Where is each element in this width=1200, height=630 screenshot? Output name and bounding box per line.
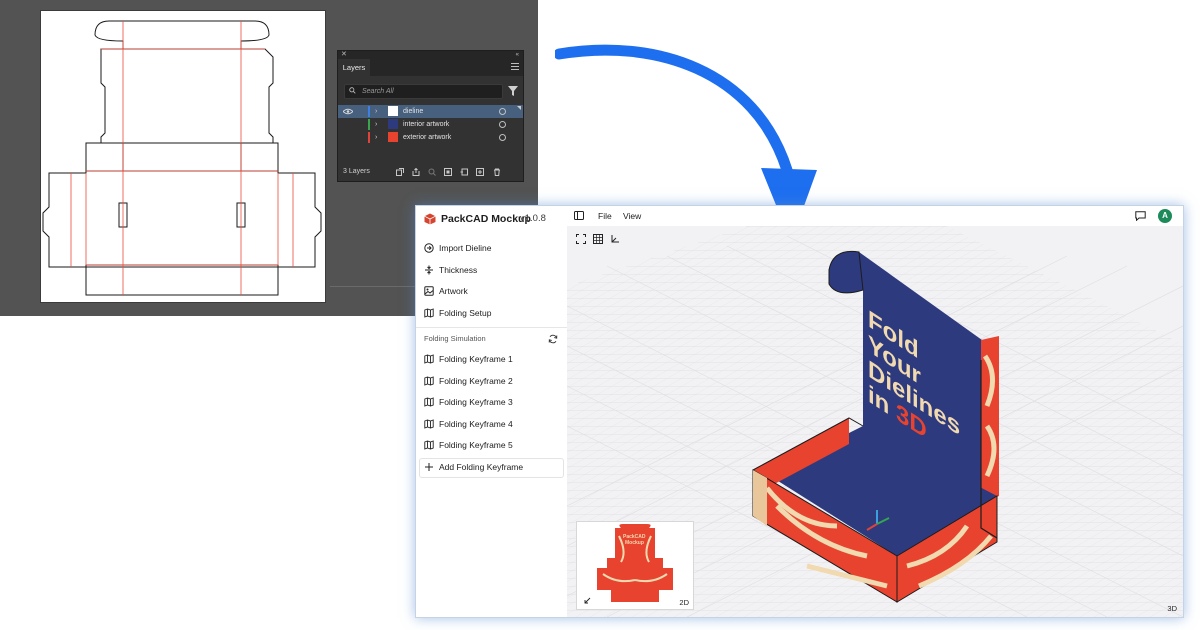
thickness-icon: [425, 265, 433, 275]
search-input[interactable]: Search All: [344, 84, 503, 99]
clipping-mask-icon[interactable]: [444, 168, 452, 176]
sidebar-item-label: Thickness: [439, 265, 478, 275]
sidebar-item-keyframe-2[interactable]: Folding Keyframe 2: [424, 372, 562, 390]
panel-menu-icon[interactable]: [511, 63, 519, 71]
selection-corner-icon: [517, 106, 521, 110]
layer-row-exterior[interactable]: › exterior artwork: [338, 131, 523, 144]
map-icon: [424, 419, 434, 429]
image-icon: [424, 286, 434, 296]
panel-tabs: Layers: [338, 59, 523, 76]
collapse-icon[interactable]: «: [516, 51, 519, 59]
new-layer-icon[interactable]: [476, 168, 484, 176]
target-icon[interactable]: [499, 108, 506, 115]
add-keyframe-row[interactable]: Add Folding Keyframe: [424, 458, 562, 476]
thumbnail-mode-tag: 2D: [679, 598, 689, 607]
eye-icon[interactable]: [343, 108, 353, 115]
thumb-text: Mockup: [625, 540, 644, 546]
menu-view[interactable]: View: [623, 206, 641, 226]
artboard: [41, 11, 325, 302]
layer-name: interior artwork: [403, 121, 450, 128]
locate-object-icon[interactable]: [428, 168, 436, 176]
sidebar-toggle-icon[interactable]: [574, 211, 584, 220]
sidebar-divider: [416, 327, 567, 328]
sidebar-item-label: Artwork: [439, 286, 468, 296]
comment-icon[interactable]: [1135, 211, 1146, 221]
3d-viewport[interactable]: Fold Your Dielines in 3D PackCAD Mockup …: [567, 226, 1183, 617]
section-title: Folding Simulation: [424, 334, 486, 343]
map-icon: [424, 440, 434, 450]
view-mode-tag: 3D: [1167, 604, 1177, 613]
map-icon: [424, 376, 434, 386]
sidebar-item-label: Folding Keyframe 3: [439, 397, 513, 407]
panel-topbar: ✕ «: [338, 51, 523, 59]
layer-color-bar: [368, 119, 370, 130]
fullscreen-icon[interactable]: [576, 234, 586, 244]
export-icon[interactable]: [412, 168, 420, 176]
axes-toggle-icon[interactable]: [610, 234, 620, 244]
sidebar-item-keyframe-5[interactable]: Folding Keyframe 5: [424, 436, 562, 454]
app-version: v1.0.8: [520, 213, 546, 224]
sidebar-item-keyframe-4[interactable]: Folding Keyframe 4: [424, 415, 562, 433]
sidebar-item-import-dieline[interactable]: Import Dieline: [424, 239, 562, 257]
trash-icon[interactable]: [493, 168, 501, 176]
sidebar-item-label: Folding Setup: [439, 308, 492, 318]
map-icon: [424, 308, 434, 318]
add-keyframe-label: Add Folding Keyframe: [439, 462, 524, 472]
sidebar-item-label: Folding Keyframe 1: [439, 354, 513, 364]
new-sublayer-icon[interactable]: [460, 168, 468, 176]
layer-thumbnail: [388, 132, 398, 142]
top-menu-bar: File View A: [567, 206, 1183, 226]
sidebar-item-label: Import Dieline: [439, 243, 492, 253]
chevron-right-icon[interactable]: ›: [375, 118, 377, 131]
chevron-right-icon[interactable]: ›: [375, 105, 377, 118]
sidebar-item-label: Folding Keyframe 4: [439, 419, 513, 429]
sidebar-item-label: Folding Keyframe 5: [439, 440, 513, 450]
tab-layers[interactable]: Layers: [338, 59, 370, 76]
refresh-icon[interactable]: [548, 334, 558, 344]
layer-name: exterior artwork: [403, 134, 452, 141]
filter-icon[interactable]: [508, 86, 518, 96]
close-icon[interactable]: ✕: [341, 51, 347, 59]
layer-color-bar: [368, 132, 370, 143]
chevron-right-icon[interactable]: ›: [375, 131, 377, 144]
layer-thumbnail: [388, 106, 398, 116]
target-icon[interactable]: [499, 134, 506, 141]
panel-footer: 3 Layers: [338, 163, 523, 181]
sidebar-item-label: Folding Keyframe 2: [439, 376, 513, 386]
2d-preview-thumbnail[interactable]: PackCAD Mockup 2D: [576, 521, 694, 610]
sidebar-item-folding-setup[interactable]: Folding Setup: [424, 304, 562, 322]
target-icon[interactable]: [499, 121, 506, 128]
search-icon: [349, 87, 356, 94]
layers-panel: ✕ « Layers Search All › dieline › interi…: [337, 50, 524, 182]
grid-icon[interactable]: [593, 234, 603, 244]
layer-thumbnail: [388, 119, 398, 129]
layer-row-dieline[interactable]: › dieline: [338, 105, 523, 118]
map-icon: [424, 397, 434, 407]
layer-count: 3 Layers: [343, 168, 370, 175]
search-placeholder: Search All: [362, 88, 394, 95]
dieline-thumbnail: PackCAD Mockup: [597, 524, 673, 602]
sidebar-item-keyframe-3[interactable]: Folding Keyframe 3: [424, 393, 562, 411]
import-icon: [424, 243, 434, 253]
expand-arrow-icon[interactable]: [584, 597, 591, 604]
layer-name: dieline: [403, 108, 424, 115]
layer-color-bar: [368, 106, 370, 117]
sidebar-item-artwork[interactable]: Artwork: [424, 282, 562, 300]
menu-file[interactable]: File: [598, 206, 612, 226]
sidebar: PackCAD Mockup v1.0.8 Import Dieline Thi…: [416, 206, 568, 617]
map-icon: [424, 354, 434, 364]
collect-export-icon[interactable]: [396, 168, 404, 176]
packcad-window: PackCAD Mockup v1.0.8 Import Dieline Thi…: [415, 205, 1184, 618]
layer-row-interior[interactable]: › interior artwork: [338, 118, 523, 131]
avatar[interactable]: A: [1158, 209, 1172, 223]
app-name: PackCAD Mockup: [441, 213, 531, 225]
dieline-drawing: [42, 20, 322, 296]
sidebar-item-keyframe-1[interactable]: Folding Keyframe 1: [424, 350, 562, 368]
box-logo-icon: [424, 213, 436, 225]
plus-icon: [425, 463, 433, 471]
sidebar-item-thickness[interactable]: Thickness: [424, 261, 562, 279]
